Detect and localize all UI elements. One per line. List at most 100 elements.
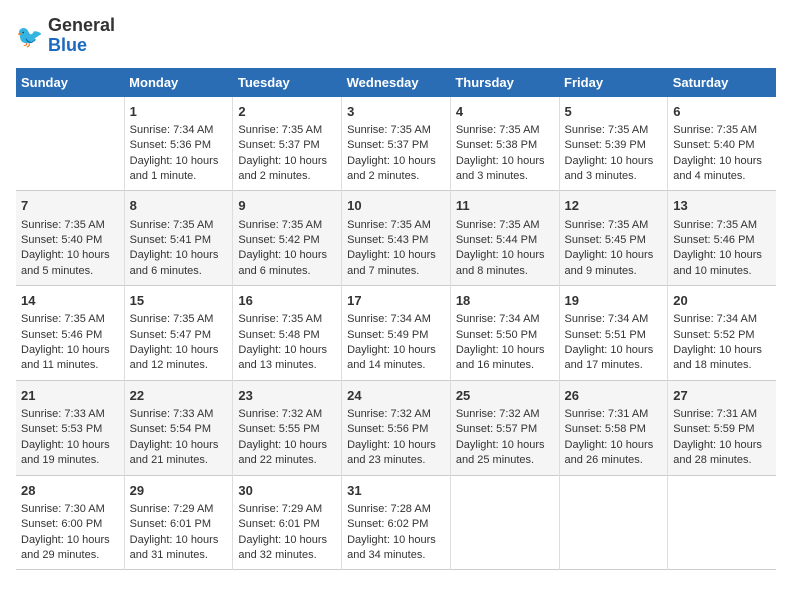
day-number: 5 [565, 103, 663, 121]
cell-info: and 5 minutes. [21, 264, 119, 279]
cell-info: Daylight: 10 hours [456, 248, 554, 263]
cell-info: Sunset: 5:46 PM [21, 328, 119, 343]
cell-info: Sunrise: 7:33 AM [130, 407, 228, 422]
cell-info: Sunset: 5:51 PM [565, 328, 663, 343]
cell-info: and 14 minutes. [347, 358, 445, 373]
cell-info: Daylight: 10 hours [347, 154, 445, 169]
cell-info: Daylight: 10 hours [21, 533, 119, 548]
cell-info: and 3 minutes. [456, 169, 554, 184]
day-number: 10 [347, 197, 445, 215]
calendar-week-3: 14Sunrise: 7:35 AMSunset: 5:46 PMDayligh… [16, 286, 776, 381]
cell-info: and 32 minutes. [238, 548, 336, 563]
cell-info: Sunrise: 7:35 AM [21, 312, 119, 327]
cell-info: and 22 minutes. [238, 453, 336, 468]
day-number: 27 [673, 387, 771, 405]
cell-info: Sunset: 5:40 PM [673, 138, 771, 153]
day-number: 9 [238, 197, 336, 215]
cell-info: Sunset: 5:42 PM [238, 233, 336, 248]
calendar-cell: 30Sunrise: 7:29 AMSunset: 6:01 PMDayligh… [233, 475, 342, 570]
cell-info: Sunset: 5:57 PM [456, 422, 554, 437]
cell-info: and 12 minutes. [130, 358, 228, 373]
logo-icon: 🐦 [16, 22, 44, 50]
day-number: 29 [130, 482, 228, 500]
calendar-cell: 4Sunrise: 7:35 AMSunset: 5:38 PMDaylight… [450, 97, 559, 191]
cell-info: Sunrise: 7:35 AM [456, 218, 554, 233]
cell-info: Daylight: 10 hours [21, 438, 119, 453]
cell-info: Sunset: 5:41 PM [130, 233, 228, 248]
cell-info: and 13 minutes. [238, 358, 336, 373]
cell-info: Sunrise: 7:32 AM [347, 407, 445, 422]
cell-info: Sunset: 5:53 PM [21, 422, 119, 437]
page-header: 🐦 GeneralBlue [16, 16, 776, 56]
cell-info: Sunrise: 7:35 AM [673, 218, 771, 233]
day-number: 28 [21, 482, 119, 500]
day-number: 8 [130, 197, 228, 215]
column-header-saturday: Saturday [668, 68, 776, 97]
cell-info: and 16 minutes. [456, 358, 554, 373]
calendar-cell: 2Sunrise: 7:35 AMSunset: 5:37 PMDaylight… [233, 97, 342, 191]
cell-info: and 28 minutes. [673, 453, 771, 468]
calendar-cell [450, 475, 559, 570]
cell-info: Sunset: 5:37 PM [238, 138, 336, 153]
cell-info: and 29 minutes. [21, 548, 119, 563]
cell-info: and 17 minutes. [565, 358, 663, 373]
calendar-cell: 19Sunrise: 7:34 AMSunset: 5:51 PMDayligh… [559, 286, 668, 381]
calendar-cell: 13Sunrise: 7:35 AMSunset: 5:46 PMDayligh… [668, 191, 776, 286]
day-number: 18 [456, 292, 554, 310]
cell-info: Daylight: 10 hours [565, 343, 663, 358]
cell-info: and 31 minutes. [130, 548, 228, 563]
cell-info: Sunrise: 7:34 AM [565, 312, 663, 327]
day-number: 4 [456, 103, 554, 121]
calendar-cell: 1Sunrise: 7:34 AMSunset: 5:36 PMDaylight… [124, 97, 233, 191]
svg-text:🐦: 🐦 [16, 24, 43, 49]
cell-info: and 23 minutes. [347, 453, 445, 468]
cell-info: Sunrise: 7:35 AM [130, 312, 228, 327]
cell-info: Sunrise: 7:35 AM [456, 123, 554, 138]
cell-info: and 18 minutes. [673, 358, 771, 373]
cell-info: Sunset: 5:38 PM [456, 138, 554, 153]
column-header-thursday: Thursday [450, 68, 559, 97]
day-number: 12 [565, 197, 663, 215]
calendar-cell: 23Sunrise: 7:32 AMSunset: 5:55 PMDayligh… [233, 380, 342, 475]
day-number: 25 [456, 387, 554, 405]
cell-info: Sunrise: 7:33 AM [21, 407, 119, 422]
cell-info: Daylight: 10 hours [130, 154, 228, 169]
day-number: 3 [347, 103, 445, 121]
cell-info: and 10 minutes. [673, 264, 771, 279]
cell-info: Daylight: 10 hours [238, 438, 336, 453]
day-number: 15 [130, 292, 228, 310]
cell-info: Daylight: 10 hours [456, 343, 554, 358]
cell-info: Sunset: 5:48 PM [238, 328, 336, 343]
day-number: 21 [21, 387, 119, 405]
cell-info: Sunset: 6:01 PM [238, 517, 336, 532]
cell-info: Sunrise: 7:29 AM [130, 502, 228, 517]
cell-info: Sunrise: 7:35 AM [238, 312, 336, 327]
cell-info: Daylight: 10 hours [673, 248, 771, 263]
cell-info: and 9 minutes. [565, 264, 663, 279]
cell-info: Sunrise: 7:35 AM [21, 218, 119, 233]
cell-info: Sunrise: 7:35 AM [238, 218, 336, 233]
calendar-cell: 5Sunrise: 7:35 AMSunset: 5:39 PMDaylight… [559, 97, 668, 191]
cell-info: Daylight: 10 hours [673, 154, 771, 169]
cell-info: and 11 minutes. [21, 358, 119, 373]
cell-info: and 6 minutes. [130, 264, 228, 279]
cell-info: Daylight: 10 hours [347, 343, 445, 358]
cell-info: and 19 minutes. [21, 453, 119, 468]
calendar-cell: 27Sunrise: 7:31 AMSunset: 5:59 PMDayligh… [668, 380, 776, 475]
cell-info: Sunrise: 7:30 AM [21, 502, 119, 517]
day-number: 24 [347, 387, 445, 405]
cell-info: Sunset: 5:45 PM [565, 233, 663, 248]
cell-info: Sunset: 6:02 PM [347, 517, 445, 532]
cell-info: Daylight: 10 hours [21, 248, 119, 263]
cell-info: Daylight: 10 hours [347, 438, 445, 453]
calendar-cell: 8Sunrise: 7:35 AMSunset: 5:41 PMDaylight… [124, 191, 233, 286]
day-number: 16 [238, 292, 336, 310]
calendar-cell: 17Sunrise: 7:34 AMSunset: 5:49 PMDayligh… [342, 286, 451, 381]
calendar-cell [559, 475, 668, 570]
day-number: 23 [238, 387, 336, 405]
cell-info: Daylight: 10 hours [347, 248, 445, 263]
cell-info: Sunset: 6:01 PM [130, 517, 228, 532]
calendar-cell: 12Sunrise: 7:35 AMSunset: 5:45 PMDayligh… [559, 191, 668, 286]
calendar-cell: 26Sunrise: 7:31 AMSunset: 5:58 PMDayligh… [559, 380, 668, 475]
calendar-cell: 16Sunrise: 7:35 AMSunset: 5:48 PMDayligh… [233, 286, 342, 381]
